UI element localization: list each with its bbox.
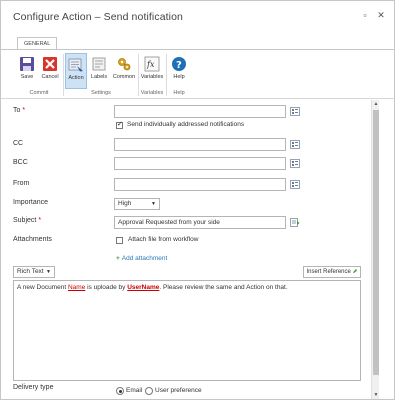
ribbon: Save Cancel Commit Action Labels Common …: [1, 49, 394, 99]
common-label: Common: [112, 74, 136, 80]
svg-text:?: ?: [176, 60, 182, 71]
attach-workflow-checkbox[interactable]: [116, 237, 123, 244]
variables-icon: fx: [144, 56, 160, 72]
help-icon: ?: [172, 57, 186, 71]
importance-value: High: [118, 200, 132, 207]
labels-button[interactable]: Labels: [88, 53, 110, 89]
save-button[interactable]: Save: [16, 53, 38, 89]
tab-general[interactable]: GENERAL: [17, 37, 58, 49]
form-scrollbar[interactable]: ▲ ▼: [371, 100, 379, 399]
address-book-icon[interactable]: [290, 180, 300, 189]
attach-workflow-label: Attach file from workflow: [128, 236, 199, 243]
attachments-label: Attachments: [13, 236, 52, 243]
cancel-label: Cancel: [41, 74, 59, 80]
body-text: is uploade by: [85, 284, 128, 291]
from-field[interactable]: [114, 178, 286, 191]
address-book-icon[interactable]: [290, 107, 300, 116]
configure-action-dialog: Configure Action – Send notification ▫ ✕…: [0, 0, 395, 400]
labels-icon: [92, 57, 106, 71]
title-bar: Configure Action – Send notification ▫ ✕: [1, 1, 394, 29]
delivery-user-preference-radio[interactable]: [145, 387, 153, 395]
editor-mode-value: Rich Text: [17, 268, 44, 275]
subject-label: Subject *: [13, 217, 41, 224]
group-label-commit: Commit: [29, 90, 49, 96]
scroll-up-icon[interactable]: ▲: [372, 100, 380, 108]
variables-label: Variables: [140, 74, 164, 80]
required-mark: *: [22, 107, 26, 114]
cancel-button[interactable]: Cancel: [39, 53, 61, 89]
gear-icon: [118, 58, 131, 71]
group-label-settings: Settings: [91, 90, 111, 96]
importance-select[interactable]: High ▼: [114, 198, 160, 210]
to-label: To *: [13, 107, 25, 114]
delivery-user-preference-label: User preference: [155, 387, 202, 394]
save-label: Save: [20, 74, 34, 80]
address-book-icon[interactable]: [290, 140, 300, 149]
common-button[interactable]: Common: [111, 53, 137, 89]
plus-icon: +: [116, 255, 120, 262]
to-field[interactable]: [114, 105, 286, 118]
action-icon: [68, 58, 83, 72]
bcc-label: BCC: [13, 159, 28, 166]
scroll-down-icon[interactable]: ▼: [372, 391, 380, 399]
maximize-icon[interactable]: ▫: [360, 10, 370, 20]
labels-label: Labels: [90, 74, 108, 80]
group-label-help: Help: [173, 90, 185, 96]
action-label: Action: [68, 75, 84, 81]
group-label-variables: Variables: [140, 90, 164, 96]
insert-reference-button[interactable]: Insert Reference ⬈: [303, 266, 361, 278]
chevron-down-icon: ▼: [151, 201, 156, 207]
reference-token-username[interactable]: UserName: [127, 284, 159, 291]
svg-text:fx: fx: [146, 60, 155, 69]
delivery-email-label: Email: [126, 387, 143, 394]
body-text: . Please review the same and Action on t…: [159, 284, 288, 291]
help-label: Help: [173, 74, 185, 80]
insert-reference-icon[interactable]: [290, 218, 300, 227]
to-label-text: To: [13, 107, 21, 114]
subject-label-text: Subject: [13, 217, 37, 224]
cc-field[interactable]: [114, 138, 286, 151]
importance-label: Importance: [13, 199, 49, 206]
send-individually-checkbox[interactable]: [116, 120, 123, 129]
delivery-type-label: Delivery type: [13, 384, 54, 391]
help-button[interactable]: ? Help: [168, 53, 190, 89]
group-separator: [63, 54, 64, 96]
cancel-icon: [43, 57, 57, 71]
close-icon[interactable]: ✕: [376, 10, 386, 20]
dialog-title: Configure Action – Send notification: [13, 11, 183, 23]
chevron-down-icon: ▼: [46, 269, 51, 275]
add-attachment-text: Add attachment: [121, 255, 168, 262]
notification-form: To * Send individually addressed notific…: [1, 100, 371, 400]
editor-mode-select[interactable]: Rich Text ▼: [13, 266, 55, 278]
from-label: From: [13, 180, 30, 187]
send-individually-label: Send individually addressed notification…: [127, 121, 245, 128]
message-body-editor[interactable]: A new Document Name is uploade by UserNa…: [13, 280, 361, 381]
variables-button[interactable]: fx Variables: [140, 53, 164, 89]
reference-token-name[interactable]: Name: [68, 284, 85, 291]
add-attachment-link[interactable]: + Add attachment: [116, 255, 167, 262]
scroll-thumb[interactable]: [373, 110, 379, 375]
reference-icon: ⬈: [352, 269, 358, 275]
subject-field[interactable]: Approval Requested from your side: [114, 216, 286, 229]
bcc-field[interactable]: [114, 157, 286, 170]
delivery-email-radio[interactable]: [116, 387, 124, 395]
address-book-icon[interactable]: [290, 159, 300, 168]
body-text: A new Document: [17, 284, 68, 291]
ribbon-tabs: GENERAL: [1, 37, 394, 49]
cc-label: CC: [13, 140, 24, 147]
save-icon: [20, 57, 34, 71]
insert-reference-label: Insert Reference: [306, 269, 351, 275]
required-mark: *: [38, 217, 42, 224]
action-button[interactable]: Action: [65, 53, 87, 89]
